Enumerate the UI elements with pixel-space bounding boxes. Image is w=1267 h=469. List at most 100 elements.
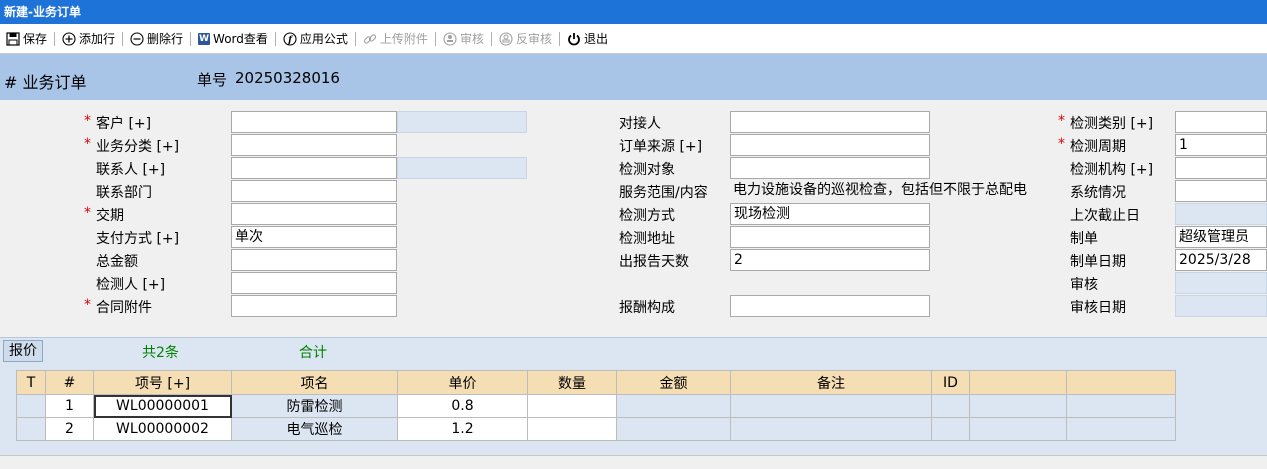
cell-empty[interactable]: [969, 394, 1067, 418]
required-mark: *: [84, 205, 91, 221]
cell-empty[interactable]: [969, 417, 1067, 441]
header-band: [0, 54, 1267, 100]
form-label: 订单来源 [+]: [619, 139, 703, 155]
form-field[interactable]: [231, 157, 397, 179]
delete-row-button[interactable]: 删除行: [128, 30, 185, 47]
form-field-lookup: [397, 111, 527, 133]
required-mark: *: [84, 113, 91, 129]
cell-name[interactable]: 防雷检测: [231, 394, 398, 418]
table-row[interactable]: 1 WL00000001 防雷检测 0.8: [16, 394, 1176, 418]
form-field[interactable]: [1175, 272, 1267, 294]
toolbar-separator: [558, 31, 560, 46]
form-field[interactable]: [1175, 180, 1267, 202]
form-field[interactable]: 现场检测: [730, 203, 930, 225]
form-label: 检测对象: [619, 162, 675, 178]
toolbar-separator: [354, 31, 356, 46]
window-title: 新建-业务订单: [0, 0, 1267, 24]
minus-circle-icon: [130, 31, 144, 46]
quote-table: T # 项号 [+] 项名 单价 数量 金额 备注 ID 1 WL00000001 防雷检测 0.8 2…: [16, 370, 1176, 441]
form-field[interactable]: [730, 226, 930, 248]
cell-id[interactable]: [931, 394, 970, 418]
form-field[interactable]: [231, 272, 397, 294]
apply-formula-button[interactable]: f 应用公式: [281, 30, 350, 47]
cell-price[interactable]: 1.2: [397, 417, 528, 441]
form-field[interactable]: [231, 295, 397, 317]
form-label: 出报告天数: [619, 254, 689, 270]
tab-quote[interactable]: 报价: [3, 340, 43, 362]
form-label: 制单日期: [1070, 254, 1126, 270]
cell-code[interactable]: WL00000001: [93, 394, 232, 418]
add-row-label: 添加行: [79, 32, 116, 46]
cell-id[interactable]: [931, 417, 970, 441]
cell-empty[interactable]: [1066, 394, 1176, 418]
column-header: #: [45, 370, 94, 395]
audit-label: 审核: [459, 32, 484, 46]
form-field[interactable]: 2025/3/28: [1175, 249, 1267, 271]
cell-t[interactable]: [16, 417, 46, 441]
form-field[interactable]: [231, 180, 397, 202]
doc-number-value: 20250328016: [235, 69, 340, 87]
form-field[interactable]: 电力设施设备的巡视检查，包括但不限于总配电: [730, 180, 1068, 202]
form-field[interactable]: [1175, 295, 1267, 317]
form-field[interactable]: [1175, 111, 1267, 133]
cell-qty[interactable]: [527, 394, 617, 418]
form-field[interactable]: [1175, 203, 1267, 225]
form-label: 交期: [96, 208, 124, 224]
cell-t[interactable]: [16, 394, 46, 418]
cell-qty[interactable]: [527, 417, 617, 441]
form-field[interactable]: 超级管理员: [1175, 226, 1267, 248]
form-label: 上次截止日: [1070, 208, 1140, 224]
audit-button[interactable]: 审核: [441, 30, 486, 47]
form-field[interactable]: 2: [730, 249, 930, 271]
add-row-button[interactable]: 添加行: [60, 30, 117, 47]
cell-no[interactable]: 2: [45, 417, 94, 441]
form-field[interactable]: [730, 111, 930, 133]
form-field[interactable]: [231, 203, 397, 225]
word-icon: W: [198, 32, 211, 45]
toolbar-separator: [274, 31, 276, 46]
form-field[interactable]: [730, 157, 930, 179]
form-field[interactable]: [231, 249, 397, 271]
cell-price[interactable]: 0.8: [397, 394, 528, 418]
form-field[interactable]: [231, 111, 397, 133]
cell-code[interactable]: WL00000002: [93, 417, 232, 441]
unaudit-button[interactable]: 反审核: [497, 30, 554, 47]
form-field[interactable]: [231, 134, 397, 156]
column-header: 备注: [730, 370, 932, 395]
cell-note[interactable]: [730, 417, 932, 441]
table-row[interactable]: 2 WL00000002 电气巡检 1.2: [16, 417, 1176, 441]
form-label: 对接人: [619, 116, 661, 132]
form-field[interactable]: [1175, 157, 1267, 179]
cell-no[interactable]: 1: [45, 394, 94, 418]
required-mark: *: [84, 136, 91, 152]
form-field[interactable]: 单次: [231, 226, 397, 248]
cell-note[interactable]: [730, 394, 932, 418]
upload-attachment-button[interactable]: 上传附件: [361, 30, 430, 47]
form-field[interactable]: [730, 295, 930, 317]
form-label: 检测人 [+]: [96, 277, 166, 293]
plus-circle-icon: [62, 31, 76, 46]
cell-empty[interactable]: [1066, 417, 1176, 441]
cell-name[interactable]: 电气巡检: [231, 417, 398, 441]
required-mark: *: [84, 297, 91, 313]
floppy-disk-icon: [6, 31, 20, 46]
column-header: [1066, 370, 1176, 395]
cell-amount[interactable]: [616, 394, 731, 418]
exit-button[interactable]: 退出: [565, 30, 610, 47]
form-label: 检测机构 [+]: [1070, 162, 1154, 178]
form-field[interactable]: [730, 134, 930, 156]
column-header: 数量: [527, 370, 617, 395]
cell-amount[interactable]: [616, 417, 731, 441]
doc-number-label: 单号: [197, 71, 228, 89]
table-body: 1 WL00000001 防雷检测 0.8 2 WL00000002 电气巡检 1.2: [16, 394, 1176, 441]
save-label: 保存: [23, 32, 48, 46]
required-mark: *: [1058, 113, 1065, 129]
save-button[interactable]: 保存: [4, 30, 49, 47]
form-label: 业务分类 [+]: [96, 139, 180, 155]
column-header: [969, 370, 1067, 395]
form-label: 检测地址: [619, 231, 675, 247]
page-title: # 业务订单: [4, 73, 87, 92]
word-view-button[interactable]: W Word查看: [196, 30, 270, 47]
stamp-icon: [443, 31, 457, 46]
form-field[interactable]: 1: [1175, 134, 1267, 156]
